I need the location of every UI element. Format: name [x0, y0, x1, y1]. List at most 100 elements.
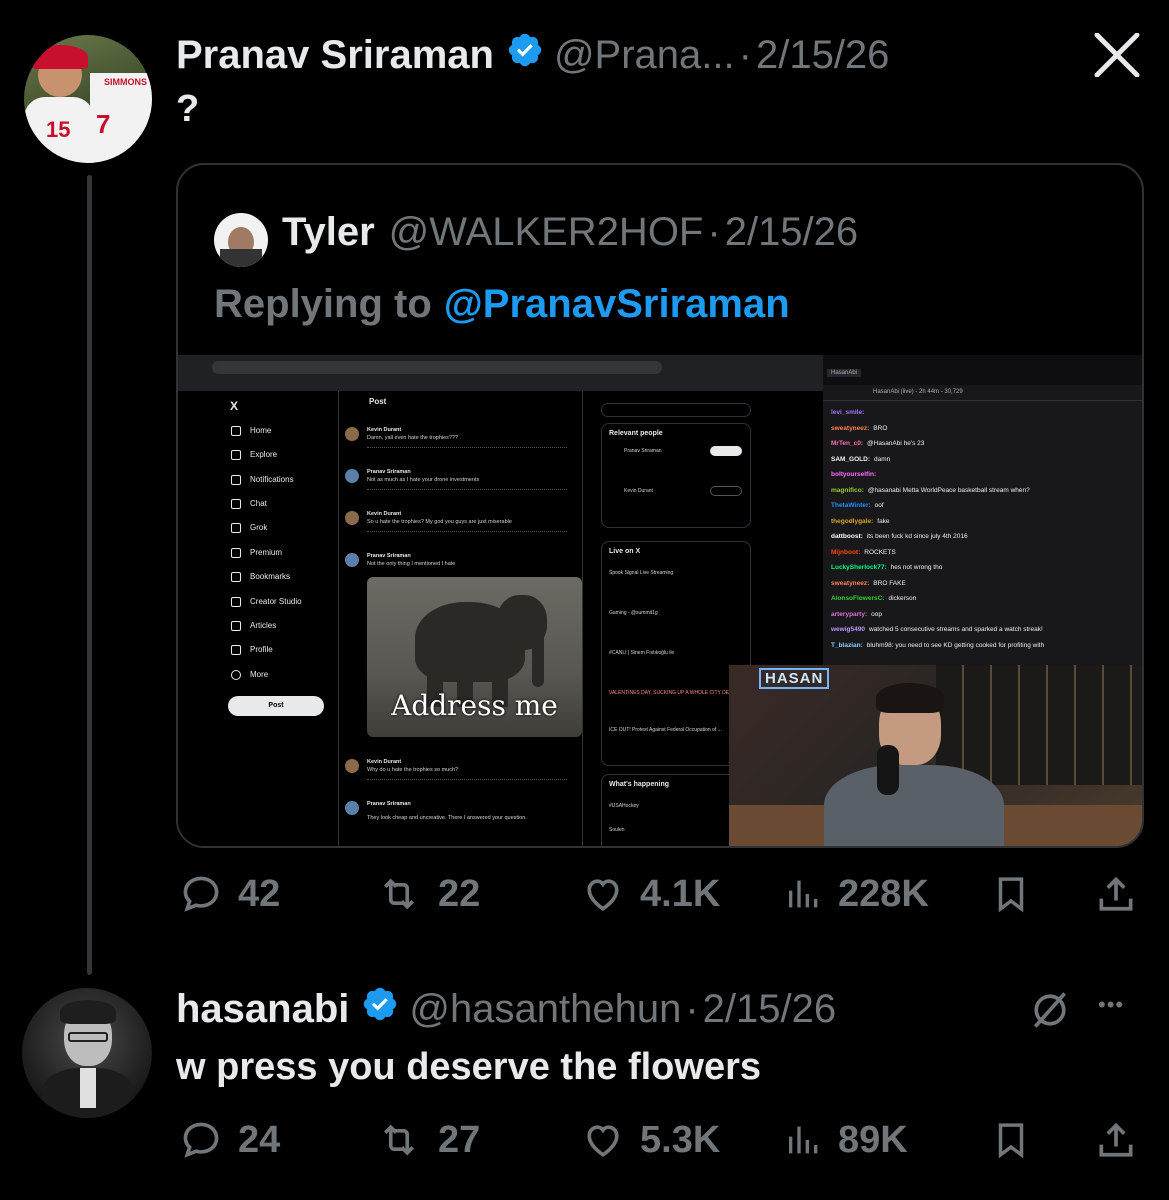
chat-username: thegodlygale:: [831, 517, 874, 525]
more-options-icon[interactable]: •••: [1098, 992, 1124, 1018]
feed-post-author: Pranav Sriraman: [367, 801, 411, 807]
relevant-person: Pranav Sriraman: [624, 448, 662, 454]
feed-post: Pranav Sriraman They look cheap and uncr…: [345, 801, 577, 841]
notifications-icon: [231, 475, 241, 485]
tweet1-view-count: 228K: [838, 872, 929, 915]
replying-to-handle[interactable]: @PranavSriraman: [444, 282, 790, 327]
chat-message: AlonsoFlowersC: dickerson: [831, 595, 916, 602]
tweet2-handle[interactable]: @hasanthehun: [409, 987, 681, 1032]
nav-home: Home: [250, 426, 272, 435]
tweet1-reply-button[interactable]: 42: [178, 872, 280, 916]
chat-message: wewig5490 watched 5 consecutive streams a…: [831, 626, 1043, 633]
gif-caption: Address me: [391, 689, 558, 722]
nav-articles: Articles: [250, 621, 277, 630]
share-icon: [1099, 876, 1133, 911]
feed-post-text: Not as much as I hate your drone investm…: [367, 477, 480, 483]
x-close-icon[interactable]: [1093, 32, 1141, 82]
reply-icon: [183, 876, 219, 912]
chat-top-bar: HasanAbi: [823, 355, 1142, 385]
tweet1-like-count: 4.1K: [640, 872, 721, 915]
x-sidebar: X Home Explore Notifications Chat Grok P…: [178, 391, 338, 846]
tweet2-share-button[interactable]: [1094, 1118, 1138, 1164]
browser-url-bar: [212, 361, 662, 374]
feed-post-text: So u hate the trophies? My god you guys …: [367, 519, 512, 525]
replying-to-line: Replying to @PranavSriraman: [214, 279, 790, 329]
chat-message: thegodlygale: fake: [831, 518, 890, 525]
chat-text: its been fuck kd since july 4th 2016: [866, 533, 968, 540]
chat-username: SAM_GOLD:: [831, 455, 870, 463]
tweet2-reply-count: 24: [238, 1118, 281, 1161]
reply-icon: [183, 1122, 219, 1158]
quote-media-screenshot[interactable]: X Home Explore Notifications Chat Grok P…: [178, 355, 1142, 846]
profile-icon: [231, 645, 241, 655]
views-icon: [789, 880, 818, 908]
tweet2-date[interactable]: 2/15/26: [703, 987, 836, 1032]
quote-handle[interactable]: @WALKER2HOF: [389, 210, 704, 255]
chat-icon: [231, 499, 241, 509]
tweet1-share-button[interactable]: [1094, 872, 1138, 918]
tweet1-author-name[interactable]: Pranav Sriraman: [176, 33, 494, 78]
chat-message: LuckySherlock77: hes not wrong tho: [831, 564, 942, 571]
tweet2-reply-button[interactable]: 24: [178, 1118, 280, 1162]
nav-premium: Premium: [250, 548, 283, 557]
grok-icon[interactable]: [1028, 988, 1072, 1037]
quote-author-name[interactable]: Tyler: [282, 210, 375, 255]
nav-chat: Chat: [250, 499, 267, 508]
pranav-avatar[interactable]: 15 7 SIMMONS: [24, 35, 152, 163]
chat-username: T_blazian:: [831, 641, 863, 649]
tweet1-views-button[interactable]: 228K: [784, 872, 929, 916]
grok-icon: [231, 523, 241, 533]
tweet1-repost-count: 22: [438, 872, 481, 915]
browser-bookmarks-bar: [178, 377, 823, 391]
quote-header: Tyler @WALKER2HOF · 2/15/26: [282, 207, 858, 257]
address-me-gif: Address me: [367, 577, 582, 737]
nav-profile: Profile: [250, 645, 273, 654]
happening-item: Soulen: [609, 827, 625, 833]
more-icon: [231, 670, 241, 680]
chat-text: bluhm98: you need to see KD getting cook…: [866, 641, 1045, 649]
repost-icon: [383, 878, 415, 910]
feed-post-author: Pranav Sriraman: [367, 553, 411, 559]
chat-message: sweatyneez: BRO FAKE: [831, 580, 906, 587]
avatar: [345, 427, 359, 441]
nav-bookmarks: Bookmarks: [250, 572, 291, 581]
share-icon: [1099, 1122, 1133, 1157]
tweet2-author-name[interactable]: hasanabi: [176, 987, 349, 1032]
feed-post-author: Kevin Durant: [367, 427, 402, 433]
quoted-tweet-card[interactable]: Tyler @WALKER2HOF · 2/15/26 Replying to …: [176, 163, 1144, 848]
relevant-person: Kevin Durant: [624, 488, 653, 494]
tweet2-header: hasanabi @hasanthehun · 2/15/26: [176, 984, 836, 1034]
hasanabi-avatar[interactable]: [22, 988, 152, 1118]
tyler-avatar[interactable]: [214, 213, 268, 267]
tweet1-bookmark-button[interactable]: [990, 872, 1032, 916]
feed-post-author: Kevin Durant: [367, 511, 402, 517]
bookmarks-icon: [231, 572, 241, 582]
feed-post-actions: [367, 489, 567, 492]
chat-username: Mijnboot:: [831, 548, 861, 556]
streamer-hair: [876, 683, 944, 713]
chat-message: arteryparty: oop: [831, 611, 882, 618]
tweet1-handle[interactable]: @Prana...: [554, 33, 735, 78]
tweet2-views-button[interactable]: 89K: [784, 1118, 908, 1162]
chat-username: MrTen_c0:: [831, 440, 864, 447]
x-post-feed: Post Kevin Durant Damn, yall even hate t…: [338, 391, 583, 846]
nav-more: More: [250, 670, 269, 679]
x-logo-icon: X: [230, 399, 239, 413]
live-item: Spook Signal Live Streaming: [609, 570, 674, 576]
chat-username: AlonsoFlowersC:: [831, 595, 885, 602]
chat-text: oop: [871, 610, 882, 618]
home-icon: [231, 426, 241, 436]
tweet2-repost-button[interactable]: 27: [374, 1118, 480, 1162]
tweet2-bookmark-button[interactable]: [990, 1118, 1032, 1162]
chat-username: magnifico:: [831, 486, 864, 494]
quote-date[interactable]: 2/15/26: [725, 210, 858, 255]
follow-button: [710, 446, 742, 456]
feed-title: Post: [369, 397, 387, 406]
quote-separator: ·: [707, 209, 721, 254]
tweet1-like-button[interactable]: 4.1K: [580, 872, 720, 916]
tweet1-repost-button[interactable]: 22: [374, 872, 480, 916]
tweet1-date[interactable]: 2/15/26: [756, 33, 889, 78]
chat-text: fake: [877, 517, 890, 525]
webcam-overlay: HASAN: [729, 665, 1142, 846]
tweet2-like-button[interactable]: 5.3K: [580, 1118, 720, 1162]
